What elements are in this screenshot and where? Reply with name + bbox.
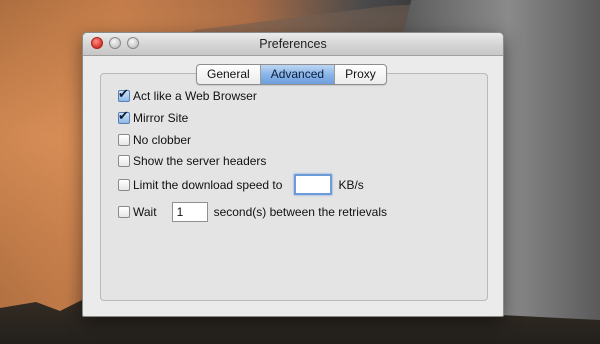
option-show-headers[interactable]: Show the server headers	[118, 154, 266, 168]
checkmark-icon: ✔	[118, 108, 129, 123]
tab-proxy[interactable]: Proxy	[335, 65, 386, 84]
mirror-site-checkbox[interactable]: ✔	[118, 108, 130, 124]
limit-speed-label: Limit the download speed to	[133, 177, 283, 192]
wait-seconds-input[interactable]	[171, 202, 208, 222]
wait-checkbox[interactable]	[118, 206, 130, 218]
option-limit-speed[interactable]: Limit the download speed to KB/s	[118, 174, 364, 195]
speed-limit-input[interactable]	[294, 174, 333, 195]
option-mirror-site[interactable]: ✔ Mirror Site	[118, 108, 189, 125]
option-wait[interactable]: Wait second(s) between the retrievals	[118, 202, 387, 222]
mirror-site-label: Mirror Site	[133, 111, 189, 125]
limit-speed-checkbox[interactable]	[118, 178, 130, 191]
tab-general[interactable]: General	[197, 65, 261, 84]
window-title: Preferences	[259, 37, 327, 51]
option-act-like-browser[interactable]: ✔ Act like a Web Browser	[118, 86, 257, 103]
show-headers-label: Show the server headers	[133, 154, 267, 168]
no-clobber-label: No clobber	[133, 133, 192, 147]
wait-label: Wait	[133, 205, 157, 219]
checkmark-icon: ✔	[118, 86, 129, 101]
wait-suffix-label: second(s) between the retrievals	[213, 205, 387, 219]
option-no-clobber[interactable]: No clobber	[118, 133, 191, 147]
show-headers-checkbox[interactable]	[118, 155, 130, 167]
window-titlebar[interactable]: Preferences	[83, 33, 503, 56]
speed-unit-label: KB/s	[338, 177, 364, 192]
no-clobber-checkbox[interactable]	[118, 134, 130, 146]
act-like-browser-label: Act like a Web Browser	[133, 89, 257, 103]
tab-advanced[interactable]: Advanced	[260, 65, 336, 84]
act-like-browser-checkbox[interactable]: ✔	[118, 86, 130, 102]
tab-bar: General Advanced Proxy	[196, 64, 387, 85]
